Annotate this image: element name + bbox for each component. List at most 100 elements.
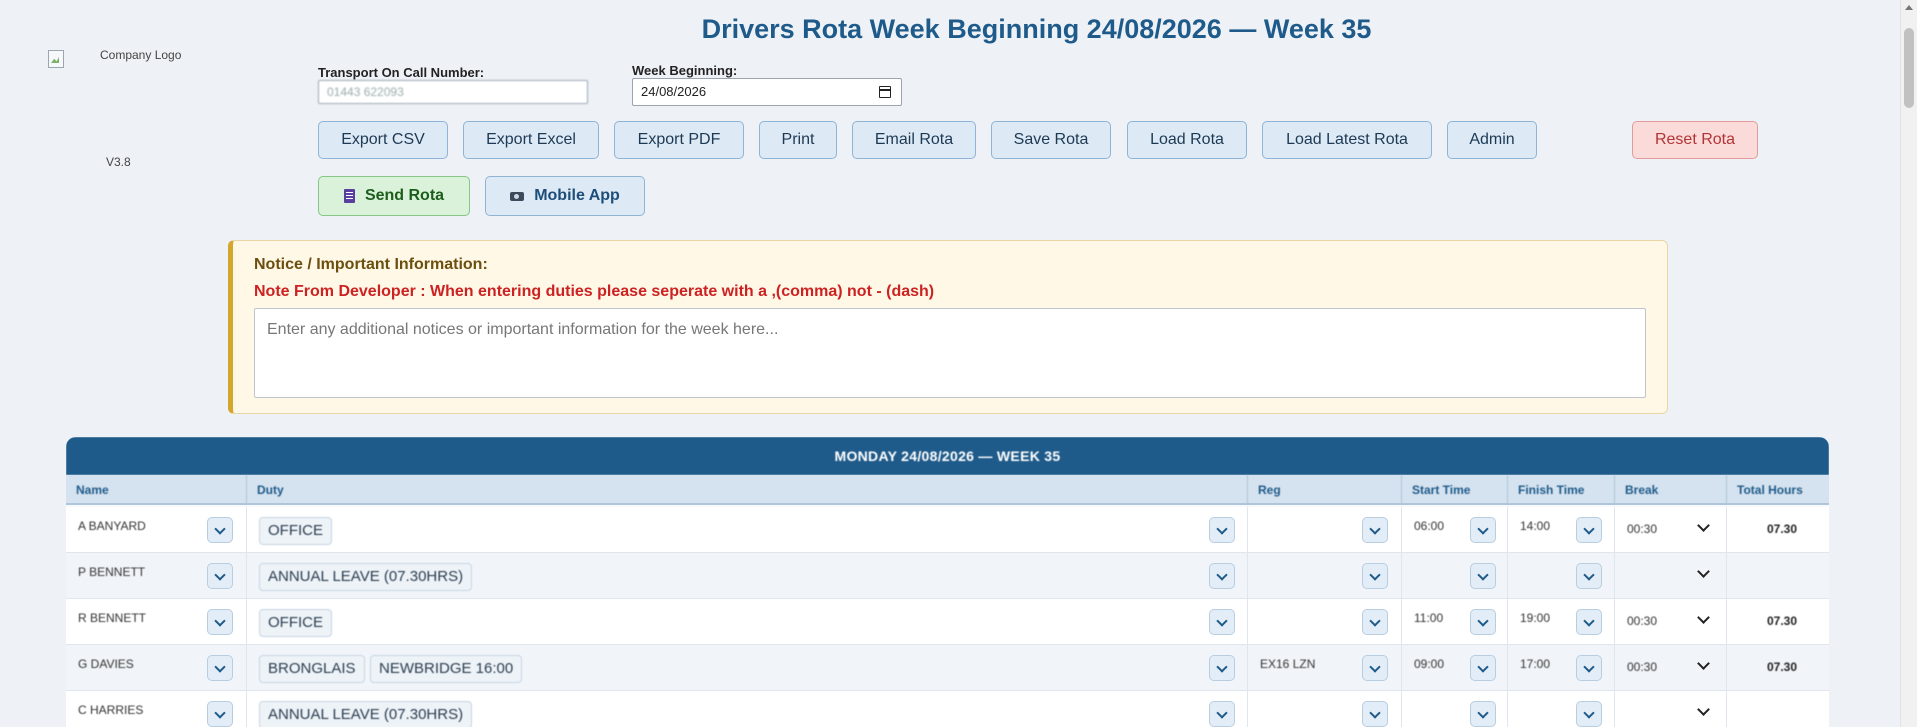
name-dropdown-icon[interactable] bbox=[207, 517, 233, 543]
driver-name: C HARRIES bbox=[78, 703, 144, 717]
load-rota-button[interactable]: Load Rota bbox=[1127, 121, 1247, 159]
break-value: 00:30 bbox=[1627, 614, 1658, 628]
break-value: 00:30 bbox=[1627, 660, 1658, 674]
break-cell[interactable]: 00:30 bbox=[1615, 645, 1727, 691]
start-time-cell[interactable]: 11:00 bbox=[1402, 599, 1508, 645]
finish-time-dropdown-icon[interactable] bbox=[1576, 655, 1602, 681]
notice-textarea[interactable]: Enter any additional notices or importan… bbox=[254, 308, 1646, 398]
start-time-dropdown-icon[interactable] bbox=[1470, 609, 1496, 635]
duty-chip[interactable]: ANNUAL LEAVE (07.30HRS) bbox=[259, 701, 473, 727]
scroll-thumb[interactable] bbox=[1904, 28, 1914, 108]
version-label: V3.8 bbox=[106, 155, 131, 169]
start-time-dropdown-icon[interactable] bbox=[1470, 517, 1496, 543]
mobile-app-button[interactable]: Mobile App bbox=[485, 176, 645, 216]
finish-time-dropdown-icon[interactable] bbox=[1576, 609, 1602, 635]
total-hours-cell bbox=[1727, 691, 1829, 727]
reg-value: EX16 LZN bbox=[1260, 657, 1316, 671]
chevron-down-icon[interactable] bbox=[1697, 657, 1710, 670]
name-cell: C HARRIES bbox=[66, 691, 247, 727]
duty-dropdown-icon[interactable] bbox=[1209, 609, 1235, 635]
start-time-cell[interactable]: 09:00 bbox=[1402, 645, 1508, 691]
load-latest-rota-button[interactable]: Load Latest Rota bbox=[1262, 121, 1432, 159]
finish-time-cell[interactable]: 17:00 bbox=[1508, 645, 1615, 691]
reg-dropdown-icon[interactable] bbox=[1362, 655, 1388, 681]
chevron-down-icon[interactable] bbox=[1697, 519, 1710, 532]
reg-cell[interactable] bbox=[1248, 553, 1402, 599]
duty-chip[interactable]: ANNUAL LEAVE (07.30HRS) bbox=[259, 563, 473, 591]
duty-chip[interactable]: BRONGLAIS bbox=[259, 655, 365, 683]
start-time-cell[interactable] bbox=[1402, 691, 1508, 727]
duty-dropdown-icon[interactable] bbox=[1209, 701, 1235, 727]
developer-note: Note From Developer : When entering duti… bbox=[254, 283, 935, 300]
name-dropdown-icon[interactable] bbox=[207, 701, 233, 727]
duty-cell[interactable]: BRONGLAIS NEWBRIDGE 16:00 bbox=[247, 645, 1248, 691]
rota-row: C HARRIES ANNUAL LEAVE (07.30HRS) bbox=[66, 691, 1829, 727]
start-time-value: 09:00 bbox=[1414, 657, 1445, 671]
chevron-down-icon[interactable] bbox=[1697, 703, 1710, 716]
column-total-hours: Total Hours bbox=[1737, 483, 1803, 497]
start-time-cell[interactable]: 06:00 bbox=[1402, 507, 1508, 553]
duty-chip[interactable]: NEWBRIDGE 16:00 bbox=[370, 655, 523, 683]
duty-cell[interactable]: ANNUAL LEAVE (07.30HRS) bbox=[247, 553, 1248, 599]
on-call-number-input[interactable]: 01443 622093 bbox=[318, 80, 588, 104]
duty-dropdown-icon[interactable] bbox=[1209, 563, 1235, 589]
email-rota-button[interactable]: Email Rota bbox=[852, 121, 976, 159]
name-cell: G DAVIES bbox=[66, 645, 247, 691]
reg-dropdown-icon[interactable] bbox=[1362, 517, 1388, 543]
chevron-down-icon[interactable] bbox=[1697, 565, 1710, 578]
finish-time-cell[interactable]: 14:00 bbox=[1508, 507, 1615, 553]
name-dropdown-icon[interactable] bbox=[207, 609, 233, 635]
send-rota-label: Send Rota bbox=[364, 187, 445, 204]
reg-cell[interactable] bbox=[1248, 691, 1402, 727]
duty-dropdown-icon[interactable] bbox=[1209, 517, 1235, 543]
duty-dropdown-icon[interactable] bbox=[1209, 655, 1235, 681]
reg-dropdown-icon[interactable] bbox=[1362, 701, 1388, 727]
total-hours-value: 07.30 bbox=[1767, 660, 1798, 674]
rota-row: A BANYARD OFFICE 06:00 14:00 00:30 07.30 bbox=[66, 507, 1829, 553]
start-time-value: 11:00 bbox=[1414, 611, 1444, 625]
send-rota-button[interactable]: Send Rota bbox=[318, 176, 470, 216]
duty-chip[interactable]: OFFICE bbox=[259, 609, 332, 637]
finish-time-cell[interactable] bbox=[1508, 553, 1615, 599]
finish-time-cell[interactable]: 19:00 bbox=[1508, 599, 1615, 645]
week-beginning-date-input[interactable]: 24/08/2026 bbox=[632, 78, 902, 106]
finish-time-cell[interactable] bbox=[1508, 691, 1615, 727]
duty-cell[interactable]: OFFICE bbox=[247, 599, 1248, 645]
print-button[interactable]: Print bbox=[759, 121, 837, 159]
finish-time-dropdown-icon[interactable] bbox=[1576, 701, 1602, 727]
page-title: Drivers Rota Week Beginning 24/08/2026 —… bbox=[701, 14, 1372, 44]
calendar-icon[interactable] bbox=[879, 86, 891, 98]
notice-panel: Notice / Important Information: Note Fro… bbox=[228, 240, 1668, 414]
break-cell[interactable]: 00:30 bbox=[1615, 507, 1727, 553]
break-cell[interactable] bbox=[1615, 691, 1727, 727]
scroll-up-icon[interactable] bbox=[1905, 5, 1913, 10]
export-pdf-button[interactable]: Export PDF bbox=[614, 121, 744, 159]
reg-cell[interactable] bbox=[1248, 599, 1402, 645]
start-time-dropdown-icon[interactable] bbox=[1470, 563, 1496, 589]
reg-dropdown-icon[interactable] bbox=[1362, 609, 1388, 635]
name-dropdown-icon[interactable] bbox=[207, 655, 233, 681]
duty-cell[interactable]: OFFICE bbox=[247, 507, 1248, 553]
reset-rota-button[interactable]: Reset Rota bbox=[1632, 121, 1758, 159]
export-excel-button[interactable]: Export Excel bbox=[463, 121, 599, 159]
finish-time-dropdown-icon[interactable] bbox=[1576, 563, 1602, 589]
start-time-dropdown-icon[interactable] bbox=[1470, 655, 1496, 681]
export-csv-button[interactable]: Export CSV bbox=[318, 121, 448, 159]
save-rota-button[interactable]: Save Rota bbox=[991, 121, 1111, 159]
duty-cell[interactable]: ANNUAL LEAVE (07.30HRS) bbox=[247, 691, 1248, 727]
finish-time-dropdown-icon[interactable] bbox=[1576, 517, 1602, 543]
break-cell[interactable] bbox=[1615, 553, 1727, 599]
page-scrollbar[interactable] bbox=[1900, 0, 1917, 727]
name-dropdown-icon[interactable] bbox=[207, 563, 233, 589]
start-time-dropdown-icon[interactable] bbox=[1470, 701, 1496, 727]
reg-cell[interactable] bbox=[1248, 507, 1402, 553]
reg-cell[interactable]: EX16 LZN bbox=[1248, 645, 1402, 691]
reg-dropdown-icon[interactable] bbox=[1362, 563, 1388, 589]
break-cell[interactable]: 00:30 bbox=[1615, 599, 1727, 645]
start-time-cell[interactable] bbox=[1402, 553, 1508, 599]
chevron-down-icon[interactable] bbox=[1697, 611, 1710, 624]
duty-chip[interactable]: OFFICE bbox=[259, 517, 332, 545]
finish-time-value: 19:00 bbox=[1520, 611, 1551, 625]
admin-button[interactable]: Admin bbox=[1447, 121, 1537, 159]
name-cell: R BENNETT bbox=[66, 599, 247, 645]
